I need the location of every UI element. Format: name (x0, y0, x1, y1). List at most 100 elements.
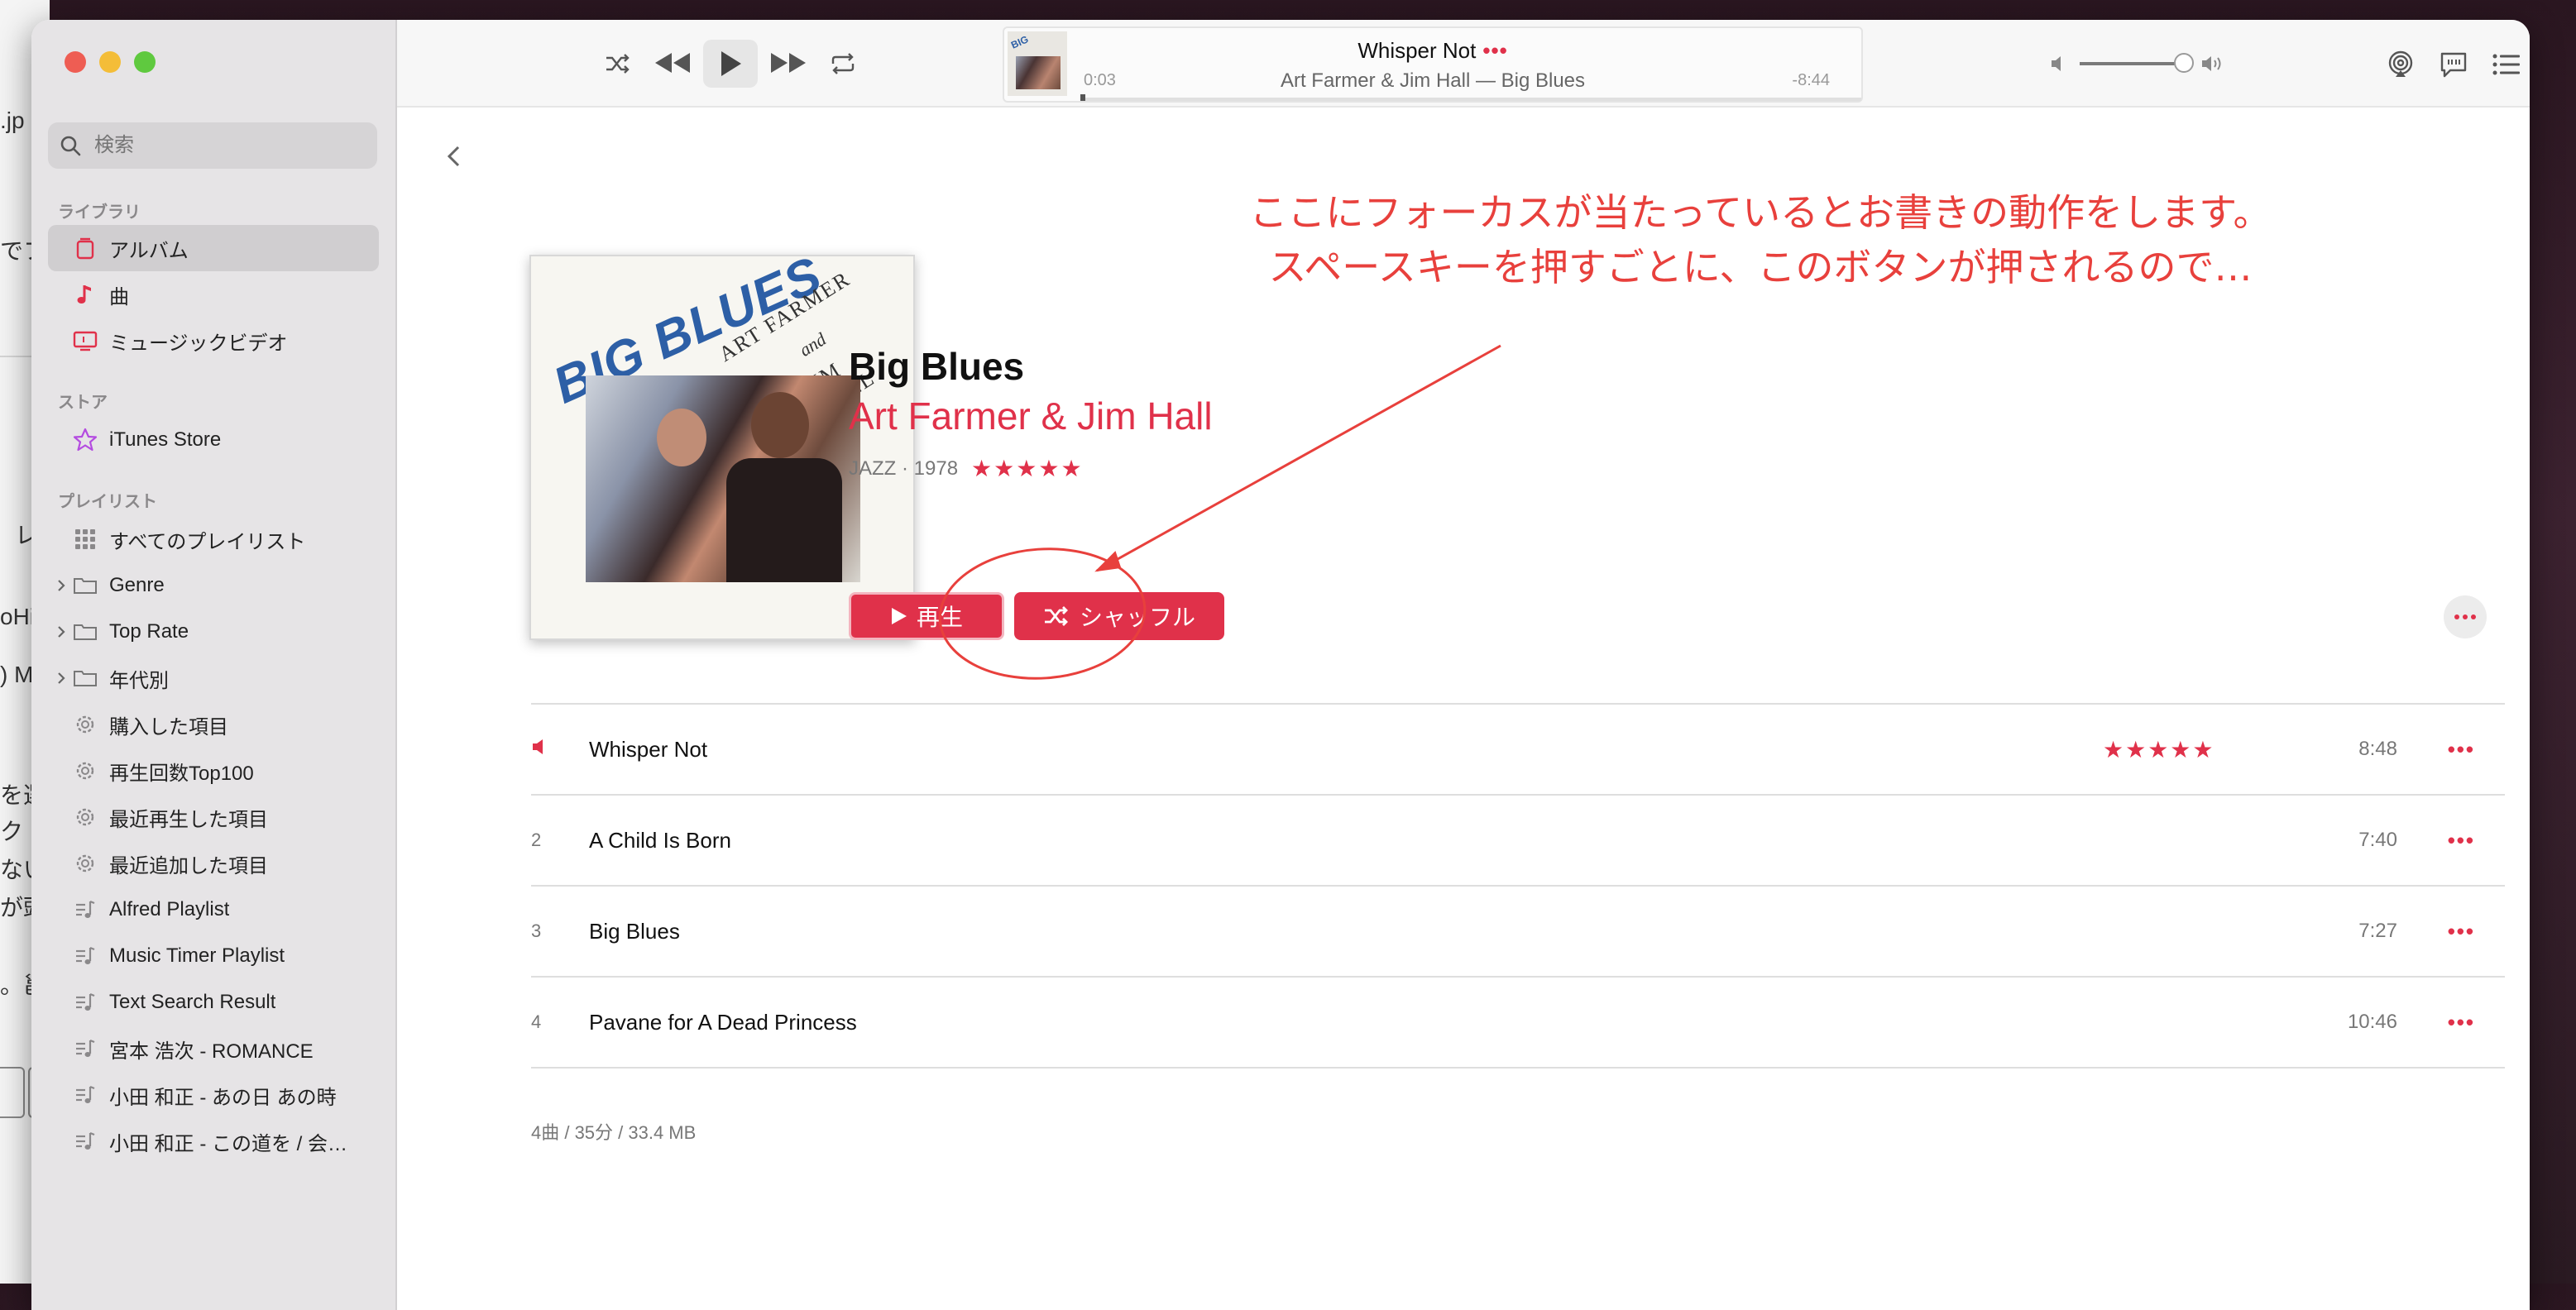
sidebar-item-albums[interactable]: アルバム (48, 225, 379, 271)
now-playing-panel[interactable]: BIG Whisper Not ••• 0:03 Art Farmer & Jim… (1003, 26, 1863, 103)
cover-photo (586, 375, 860, 582)
track-rating[interactable]: ★★★★★ (2103, 736, 2215, 763)
bg-text-fragment: ク (0, 819, 24, 844)
track-row[interactable]: 4 Pavane for A Dead Princess 10:46 ••• (531, 976, 2505, 1069)
sidebar-item-folder-top-rate[interactable]: Top Rate (48, 609, 379, 655)
playlist-icon (73, 1036, 98, 1061)
now-playing-title: Whisper Not ••• (1004, 38, 1861, 64)
sidebar-item-recently-played[interactable]: 最近再生した項目 (48, 794, 379, 840)
sidebar-item-itunes-store[interactable]: iTunes Store (48, 417, 379, 463)
window-controls (65, 51, 156, 73)
album-artist-link[interactable]: Art Farmer & Jim Hall (849, 394, 1213, 438)
track-more-button[interactable]: ••• (2448, 919, 2475, 944)
sidebar-item-label: 最近再生した項目 (109, 808, 268, 831)
playback-progress-bar[interactable] (1080, 94, 1861, 101)
store-section-header: ストア (58, 394, 108, 412)
cover-photo-figure (751, 392, 809, 458)
volume-slider-knob[interactable] (2174, 53, 2194, 73)
sidebar: ライブラリ アルバム 曲 ミュージックビデオ ストア iTunes Store … (31, 20, 397, 1310)
sidebar-item-all-playlists[interactable]: すべてのプレイリスト (48, 516, 379, 562)
sidebar-item-label: 宮本 浩次 - ROMANCE (109, 1040, 314, 1063)
sidebar-item-music-videos[interactable]: ミュージックビデオ (48, 318, 379, 364)
star-icon (73, 428, 98, 452)
sidebar-item-music-timer-playlist[interactable]: Music Timer Playlist (48, 933, 379, 979)
playlist-icon (73, 990, 98, 1015)
sidebar-item-purchased[interactable]: 購入した項目 (48, 701, 379, 748)
smart-playlist-gear-icon (73, 712, 98, 737)
rewind-icon[interactable] (654, 48, 693, 78)
search-box[interactable] (48, 122, 377, 169)
volume-slider-track[interactable] (2080, 62, 2187, 65)
airplay-icon[interactable] (2384, 48, 2417, 81)
album-title: Big Blues (849, 345, 1025, 388)
annotation-note: ここにフォーカスが当たっているとお書きの動作をします。 スペースキーを押すごとに… (1181, 185, 2339, 294)
sidebar-item-romance[interactable]: 宮本 浩次 - ROMANCE (48, 1026, 379, 1072)
track-row[interactable]: Whisper Not ★★★★★ 8:48 ••• (531, 703, 2505, 794)
lyrics-icon[interactable] (2437, 48, 2470, 81)
track-title: Whisper Not (589, 736, 708, 762)
sidebar-item-folder-genre[interactable]: Genre (48, 562, 379, 609)
track-number: 2 (531, 830, 542, 850)
shuffle-button[interactable]: シャッフル (1014, 592, 1224, 640)
sidebar-item-songs[interactable]: 曲 (48, 271, 379, 318)
chevron-right-icon[interactable] (53, 577, 69, 594)
sidebar-item-oda-konomichi[interactable]: 小田 和正 - この道を / 会… (48, 1118, 379, 1164)
sidebar-item-label: アルバム (109, 239, 189, 262)
album-meta: JAZZ · 1978 ★★★★★ (849, 455, 1084, 482)
chevron-right-icon[interactable] (53, 670, 69, 686)
sidebar-item-label: iTunes Store (109, 428, 222, 451)
album-more-button[interactable] (2444, 595, 2487, 638)
volume-control[interactable] (2050, 51, 2224, 76)
shuffle-icon[interactable] (604, 50, 632, 78)
bg-control (0, 1067, 25, 1118)
track-number: 4 (531, 1011, 542, 1032)
repeat-icon[interactable] (829, 50, 857, 78)
sidebar-item-folder-by-era[interactable]: 年代別 (48, 655, 379, 701)
smart-playlist-gear-icon (73, 805, 98, 830)
now-playing-more-button[interactable]: ••• (1482, 38, 1507, 63)
ellipsis-icon (2454, 614, 2476, 619)
track-number (531, 738, 589, 761)
grid-icon (73, 527, 98, 552)
fast-forward-icon[interactable] (768, 48, 807, 78)
track-row[interactable]: 2 A Child Is Born 7:40 ••• (531, 794, 2505, 885)
sidebar-item-label: Text Search Result (109, 991, 276, 1013)
up-next-list-icon[interactable] (2490, 48, 2523, 81)
track-number: 3 (531, 920, 542, 941)
now-playing-speaker-icon (533, 739, 543, 754)
play-pause-button[interactable] (703, 40, 758, 88)
music-video-icon (73, 328, 98, 353)
sidebar-item-alfred-playlist[interactable]: Alfred Playlist (48, 887, 379, 933)
sidebar-item-text-search-result[interactable]: Text Search Result (48, 979, 379, 1026)
track-title: Big Blues (589, 918, 680, 944)
sidebar-item-top100[interactable]: 再生回数Top100 (48, 748, 379, 794)
sidebar-item-label: 購入した項目 (109, 715, 228, 739)
play-button[interactable]: 再生 (849, 592, 1004, 640)
play-icon (891, 608, 907, 624)
track-more-button[interactable]: ••• (2448, 1010, 2475, 1035)
back-chevron-icon[interactable] (443, 144, 463, 169)
sidebar-item-label: Top Rate (109, 620, 189, 643)
shuffle-button-label: シャッフル (1079, 605, 1195, 630)
sidebar-item-oda-anohi[interactable]: 小田 和正 - あの日 あの時 (48, 1072, 379, 1118)
track-more-button[interactable]: ••• (2448, 828, 2475, 853)
sidebar-item-recently-added[interactable]: 最近追加した項目 (48, 840, 379, 887)
track-more-button[interactable]: ••• (2448, 737, 2475, 763)
smart-playlist-gear-icon (73, 851, 98, 876)
volume-low-icon (2052, 56, 2061, 71)
track-duration: 7:40 (2358, 829, 2397, 851)
bg-text-fragment: oHi (0, 604, 36, 629)
close-window-button[interactable] (65, 51, 86, 73)
chevron-right-icon[interactable] (53, 624, 69, 640)
album-rating-stars[interactable]: ★★★★★ (971, 455, 1084, 482)
bg-text-fragment: ) M (0, 662, 34, 687)
search-input[interactable] (93, 133, 369, 158)
track-title: A Child Is Born (589, 827, 731, 853)
minimize-window-button[interactable] (99, 51, 121, 73)
track-row[interactable]: 3 Big Blues 7:27 ••• (531, 885, 2505, 976)
sidebar-item-label: 最近追加した項目 (109, 854, 268, 877)
album-cover[interactable]: BIG BLUES ART FARMER and JIM HALL CTI (529, 255, 915, 640)
zoom-window-button[interactable] (134, 51, 156, 73)
playback-progress-fill (1080, 94, 1085, 101)
sidebar-item-label: Music Timer Playlist (109, 944, 285, 967)
